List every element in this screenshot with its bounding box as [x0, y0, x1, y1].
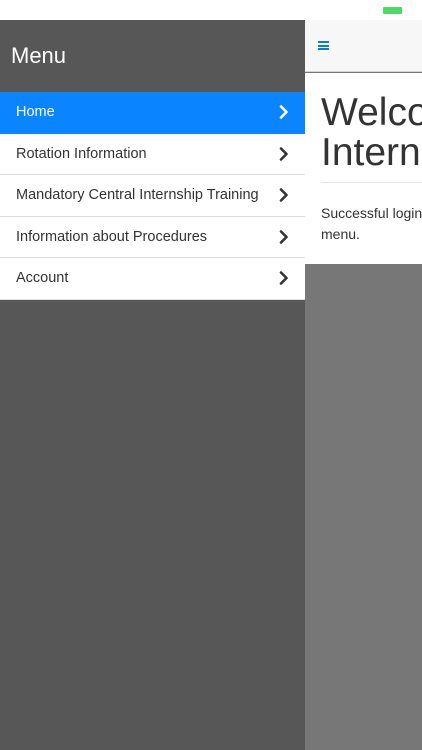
chevron-right-icon: [278, 146, 290, 161]
menu-item-label: Home: [16, 104, 55, 121]
welcome-card: Welco Intern Successful login menu.: [305, 73, 422, 264]
menu-item-label: Account: [16, 270, 69, 287]
menu-title: Menu: [11, 43, 67, 68]
battery-icon: [383, 7, 402, 14]
menu-item-procedures[interactable]: Information about Procedures: [0, 216, 305, 258]
welcome-message-line1: Successful login: [321, 205, 422, 221]
menu-item-rotation-information[interactable]: Rotation Information: [0, 133, 305, 175]
chevron-right-icon: [278, 188, 290, 203]
chevron-right-icon: [278, 271, 290, 286]
menu-item-label: Information about Procedures: [16, 228, 208, 245]
menu-item-label: Mandatory Central Internship Training: [16, 187, 259, 204]
menu-list: Home Rotation Information Mandatory Cent…: [0, 92, 305, 300]
chevron-right-icon: [278, 229, 290, 244]
chevron-right-icon: [278, 105, 290, 120]
hamburger-icon[interactable]: [318, 41, 329, 50]
menu-item-label: Rotation Information: [16, 145, 147, 162]
welcome-message-line2: menu.: [321, 226, 360, 242]
main-page: Welco Intern Successful login menu.: [305, 20, 422, 750]
app-screen: Welco Intern Successful login menu. Menu…: [0, 0, 422, 750]
welcome-title: Welco Intern: [321, 93, 422, 173]
main-header: [305, 20, 422, 72]
status-bar: [0, 0, 422, 20]
menu-header: Menu: [0, 20, 305, 92]
divider: [321, 182, 422, 183]
welcome-message: Successful login menu.: [321, 203, 422, 245]
side-menu: Menu Home Rotation Information Mandatory…: [0, 20, 305, 750]
menu-item-home[interactable]: Home: [0, 92, 305, 134]
welcome-title-line1: Welco: [321, 91, 422, 134]
welcome-title-line2: Intern: [321, 131, 421, 174]
menu-item-mandatory-training[interactable]: Mandatory Central Internship Training: [0, 175, 305, 217]
menu-item-account[interactable]: Account: [0, 258, 305, 300]
